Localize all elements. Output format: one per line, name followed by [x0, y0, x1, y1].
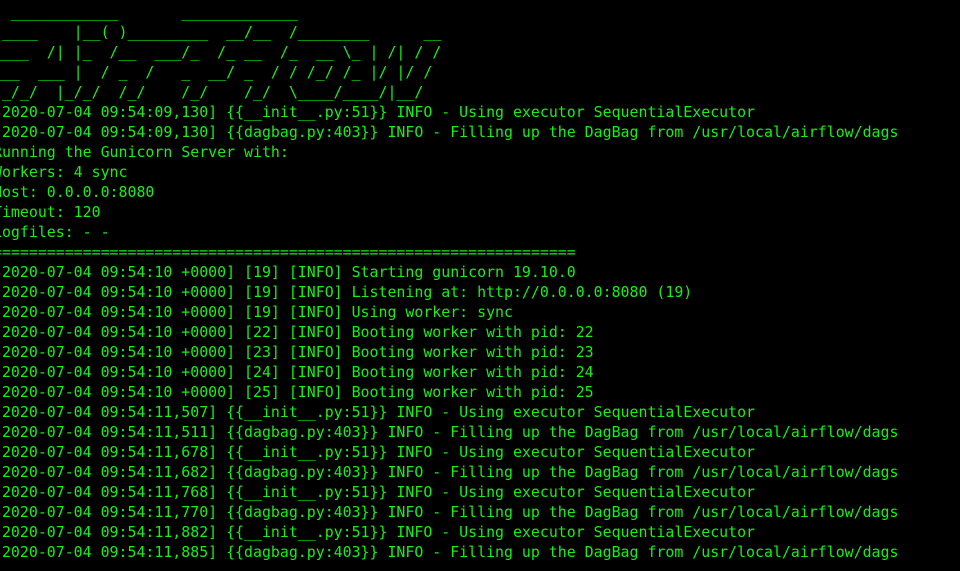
log-line: [2020-07-04 09:54:09,130] {{__init__.py:…: [0, 103, 756, 121]
server-info-host: Host: 0.0.0.0:8080: [0, 183, 155, 201]
log-line: [2020-07-04 09:54:09,130] {{dagbag.py:40…: [0, 123, 899, 141]
log-line: [2020-07-04 09:54:10 +0000] [19] [INFO] …: [0, 283, 693, 301]
log-line: [2020-07-04 09:54:11,885] {{dagbag.py:40…: [0, 543, 899, 561]
log-line: [2020-07-04 09:54:11,682] {{dagbag.py:40…: [0, 463, 899, 481]
terminal-output: ____________ _____________ ____ |__( )__…: [0, 2, 898, 562]
server-info-heading: Running the Gunicorn Server with:: [0, 143, 289, 161]
ascii-banner-line: ____________ _____________: [0, 3, 298, 21]
log-line: [2020-07-04 09:54:10 +0000] [23] [INFO] …: [0, 343, 594, 361]
server-info-workers: Workers: 4 sync: [0, 163, 128, 181]
log-line: [2020-07-04 09:54:11,768] {{__init__.py:…: [0, 483, 756, 501]
ascii-banner-line: _/_/ |_/_/ /_/ /_/ /_/ \____/____/|__/: [0, 83, 424, 101]
log-line: [2020-07-04 09:54:10 +0000] [22] [INFO] …: [0, 323, 594, 341]
server-info-timeout: Timeout: 120: [0, 203, 101, 221]
separator-line: ========================================…: [0, 243, 576, 261]
log-line: [2020-07-04 09:54:11,770] {{dagbag.py:40…: [0, 503, 899, 521]
ascii-banner-line: ____ |__( )_________ __/__ /________ __: [0, 23, 442, 41]
log-line: [2020-07-04 09:54:10 +0000] [25] [INFO] …: [0, 383, 594, 401]
log-line: [2020-07-04 09:54:11,882] {{__init__.py:…: [0, 523, 756, 541]
log-line: [2020-07-04 09:54:10 +0000] [19] [INFO] …: [0, 303, 513, 321]
terminal-window[interactable]: ____________ _____________ ____ |__( )__…: [0, 0, 960, 571]
log-line: [2020-07-04 09:54:11,678] {{__init__.py:…: [0, 443, 756, 461]
log-line: [2020-07-04 09:54:10 +0000] [24] [INFO] …: [0, 363, 594, 381]
ascii-banner-line: ___ ___ | / _ / _ __/ _ / / /_/ /_ |/ |/…: [0, 63, 433, 81]
server-info-logfiles: Logfiles: - -: [0, 223, 110, 241]
log-line: [2020-07-04 09:54:10 +0000] [19] [INFO] …: [0, 263, 576, 281]
log-line: [2020-07-04 09:54:11,507] {{__init__.py:…: [0, 403, 756, 421]
log-line: [2020-07-04 09:54:11,511] {{dagbag.py:40…: [0, 423, 899, 441]
ascii-banner-line: ____ /| |_ /__ ___/_ /_ __ /_ __ \_ | /|…: [0, 43, 442, 61]
